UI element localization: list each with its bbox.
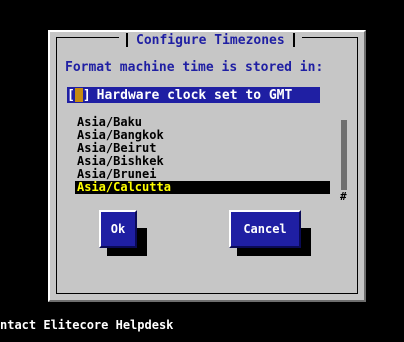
checkbox-close-bracket: ] — [82, 87, 91, 103]
ok-button[interactable]: Ok — [99, 210, 137, 248]
checkbox-open-bracket: [ — [67, 87, 75, 103]
prompt-label: Format machine time is stored in: — [65, 60, 324, 75]
dialog-frame: Configure Timezones Format machine time … — [56, 33, 358, 294]
title-right-bar — [292, 33, 295, 47]
cancel-button-wrap: Cancel — [229, 210, 311, 256]
dialog-title: Configure Timezones — [136, 32, 285, 48]
cancel-button[interactable]: Cancel — [229, 210, 301, 248]
hardware-clock-label: Hardware clock set to GMT — [96, 87, 293, 103]
scrollbar-track[interactable] — [341, 120, 347, 190]
ok-button-wrap: Ok — [99, 210, 147, 256]
scrollbar-thumb[interactable]: # — [340, 191, 347, 202]
checkbox-box[interactable]: [ ] — [67, 88, 91, 103]
timezone-list[interactable]: Asia/Baku Asia/Bangkok Asia/Beirut Asia/… — [75, 116, 345, 210]
configure-timezones-dialog: Configure Timezones Format machine time … — [48, 30, 366, 302]
terminal-screen: Configure Timezones Format machine time … — [0, 0, 404, 342]
selected-list-item[interactable]: Asia/Calcutta — [75, 181, 330, 194]
dialog-title-wrap: Configure Timezones — [119, 32, 302, 48]
hardware-clock-checkbox[interactable]: [ ] Hardware clock set to GMT — [67, 87, 320, 103]
checkbox-cursor — [74, 88, 83, 102]
footer-text: ntact Elitecore Helpdesk — [0, 318, 174, 332]
